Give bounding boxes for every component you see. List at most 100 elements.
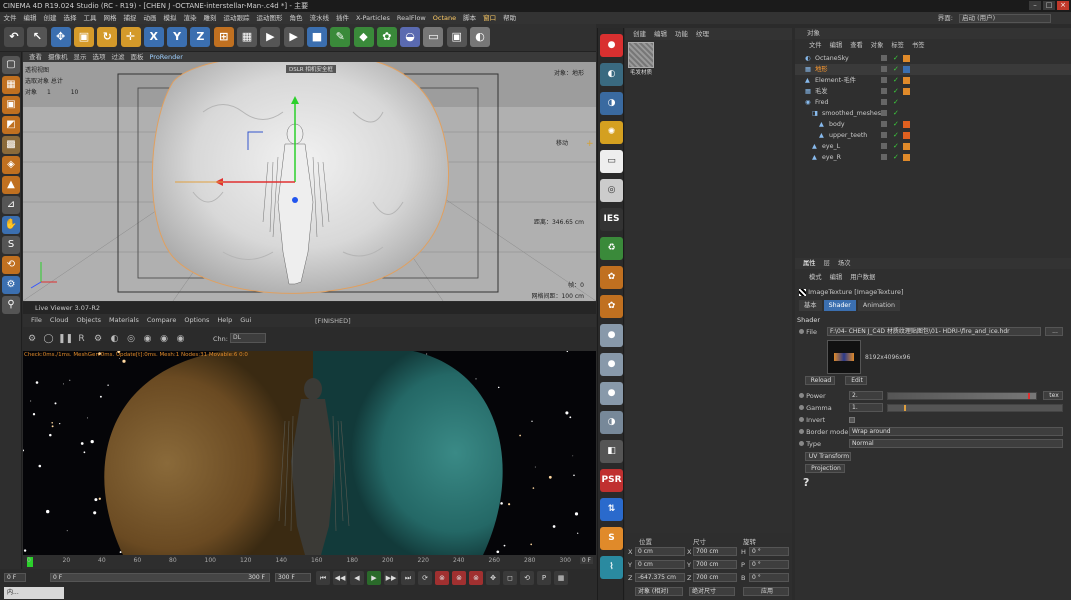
floor-tool-icon[interactable]: ▭: [423, 27, 444, 47]
viewport-menu-item[interactable]: 查看: [29, 53, 42, 61]
enable-check-icon[interactable]: ✓: [893, 130, 899, 141]
subdivide-tool-icon[interactable]: ◆: [353, 27, 374, 47]
live-viewer-tool-icon[interactable]: ◐: [108, 332, 122, 346]
enable-check-icon[interactable]: ✓: [893, 108, 899, 119]
gamma-slider[interactable]: [887, 404, 1063, 412]
playback-control-icon[interactable]: ◀◀: [333, 571, 347, 585]
tag-icon[interactable]: [903, 88, 910, 95]
attribute-subtab[interactable]: Animation: [857, 300, 901, 311]
mode-tool-icon[interactable]: ▣: [2, 96, 20, 114]
menu-item[interactable]: Octane: [429, 12, 459, 24]
object-row[interactable]: ◨ smoothed_meshes ✓: [795, 108, 1071, 119]
power-slider-handle[interactable]: [1028, 393, 1030, 399]
playback-control-icon[interactable]: ▶▶: [384, 571, 398, 585]
tag-icon[interactable]: [903, 154, 910, 161]
enable-check-icon[interactable]: ✓: [893, 152, 899, 163]
object-menu-item[interactable]: 查看: [850, 42, 863, 49]
octane-tool-icon[interactable]: ♻: [600, 237, 623, 260]
uv-transform-button[interactable]: UV Transform: [805, 452, 851, 461]
menu-item[interactable]: 帮助: [500, 12, 520, 24]
object-menu-item[interactable]: 标签: [891, 42, 904, 49]
live-render-view[interactable]: Check:0ms./1ms. MeshGen:0ms. Update[t]:0…: [23, 351, 596, 555]
visibility-toggle[interactable]: [881, 55, 887, 61]
menu-item[interactable]: 编辑: [20, 12, 40, 24]
attribute-menu-item[interactable]: 用户数据: [850, 274, 875, 281]
viewport-menu-item[interactable]: 面板: [131, 53, 144, 61]
close-button[interactable]: ×: [1057, 1, 1069, 10]
playback-control-icon[interactable]: ◀: [350, 571, 364, 585]
scale-tool-icon[interactable]: ▣: [73, 27, 94, 47]
octane-tool-icon[interactable]: ●: [600, 353, 623, 376]
end-frame-field[interactable]: 300 F: [275, 573, 311, 582]
visibility-toggle[interactable]: [881, 121, 887, 127]
type-dropdown[interactable]: Normal: [849, 439, 1063, 448]
object-name[interactable]: OctaneSky: [815, 53, 849, 64]
power-field[interactable]: 2.: [849, 391, 883, 400]
visibility-toggle[interactable]: [881, 66, 887, 72]
playback-control-icon[interactable]: ⟳: [418, 571, 432, 585]
menu-item[interactable]: 雕刻: [200, 12, 220, 24]
coord-mode-dropdown[interactable]: 对象 (相对): [635, 587, 683, 596]
octane-tool-icon[interactable]: ●: [600, 34, 623, 57]
file-path-field[interactable]: F:\04- CHEN J_C4D 材质纹理贴图包\01- HDRI-\fire…: [827, 327, 1041, 336]
object-name[interactable]: 地形: [815, 64, 828, 75]
playback-control-icon[interactable]: ⏮: [316, 571, 330, 585]
coord-rotation-field[interactable]: 0 °: [749, 560, 789, 569]
mode-tool-icon[interactable]: ▦: [2, 76, 20, 94]
attribute-tab[interactable]: 场次: [838, 260, 851, 267]
mode-tool-icon[interactable]: ▩: [2, 136, 20, 154]
mode-tool-icon[interactable]: ▢: [2, 56, 20, 74]
start-frame-field[interactable]: 0 F: [4, 573, 26, 582]
tag-icon[interactable]: [903, 55, 910, 62]
menu-item[interactable]: 流水线: [306, 12, 333, 24]
object-row[interactable]: ▦ 毛发 ✓: [795, 86, 1071, 97]
layout-dropdown[interactable]: 启动 (用户): [959, 14, 1051, 23]
object-name[interactable]: eye_L: [822, 141, 840, 152]
octane-tool-icon[interactable]: ◧: [600, 440, 623, 463]
gamma-field[interactable]: 1.: [849, 403, 883, 412]
object-row[interactable]: ▲ eye_R ✓: [795, 152, 1071, 163]
menu-item[interactable]: 捕捉: [120, 12, 140, 24]
X-tool-icon[interactable]: X: [143, 27, 164, 47]
viewport-menu-item[interactable]: 过滤: [112, 53, 125, 61]
menu-item[interactable]: 脚本: [460, 12, 480, 24]
octane-tool-icon[interactable]: IES: [600, 208, 623, 231]
menu-item[interactable]: 文件: [0, 12, 20, 24]
material-menu-item[interactable]: 编辑: [654, 30, 667, 38]
mode-tool-icon[interactable]: ⚲: [2, 296, 20, 314]
playback-control-icon[interactable]: ✥: [486, 571, 500, 585]
octane-tool-icon[interactable]: ◎: [600, 179, 623, 202]
enable-check-icon[interactable]: ✓: [893, 141, 899, 152]
octane-tool-icon[interactable]: ⇅: [600, 498, 623, 521]
octane-tool-icon[interactable]: ●: [600, 324, 623, 347]
octane-tool-icon[interactable]: ◑: [600, 92, 623, 115]
viewport-menu-item[interactable]: 选项: [93, 53, 106, 61]
object-row[interactable]: ▲ Element-毛件 ✓: [795, 75, 1071, 86]
menu-item[interactable]: 运动跟踪: [220, 12, 253, 24]
object-menu-item[interactable]: 编辑: [830, 42, 843, 49]
animation-dot-icon[interactable]: [799, 329, 804, 334]
attribute-subtab[interactable]: 基本: [799, 300, 822, 311]
menu-item[interactable]: 模拟: [160, 12, 180, 24]
apply-button[interactable]: 应用: [743, 587, 789, 596]
menu-item[interactable]: X-Particles: [353, 12, 394, 24]
mode-tool-icon[interactable]: ✋: [2, 216, 20, 234]
attribute-tab[interactable]: 属性: [803, 260, 816, 267]
octane-tool-icon[interactable]: ✿: [600, 266, 623, 289]
type-anim-dot-icon[interactable]: [799, 441, 804, 446]
invert-anim-dot-icon[interactable]: [799, 417, 804, 422]
move-axis-tool-icon[interactable]: ✛: [120, 27, 141, 47]
render-region-tool-icon[interactable]: ▦: [237, 27, 257, 47]
reload-button[interactable]: Reload: [805, 376, 835, 385]
light-tool-icon[interactable]: ◐: [470, 27, 490, 47]
live-viewer-tool-icon[interactable]: R: [75, 332, 89, 346]
menu-item[interactable]: 选择: [60, 12, 80, 24]
attribute-tab[interactable]: 层: [824, 260, 830, 267]
maximize-button[interactable]: □: [1043, 1, 1055, 10]
mode-tool-icon[interactable]: ◩: [2, 116, 20, 134]
octane-tool-icon[interactable]: ●: [600, 382, 623, 405]
playback-control-icon[interactable]: ▶: [367, 571, 381, 585]
live-viewer-tool-icon[interactable]: ⚙: [25, 332, 39, 346]
object-row[interactable]: ◐ OctaneSky ✓: [795, 53, 1071, 64]
live-viewer-tool-icon[interactable]: ◎: [124, 332, 138, 346]
